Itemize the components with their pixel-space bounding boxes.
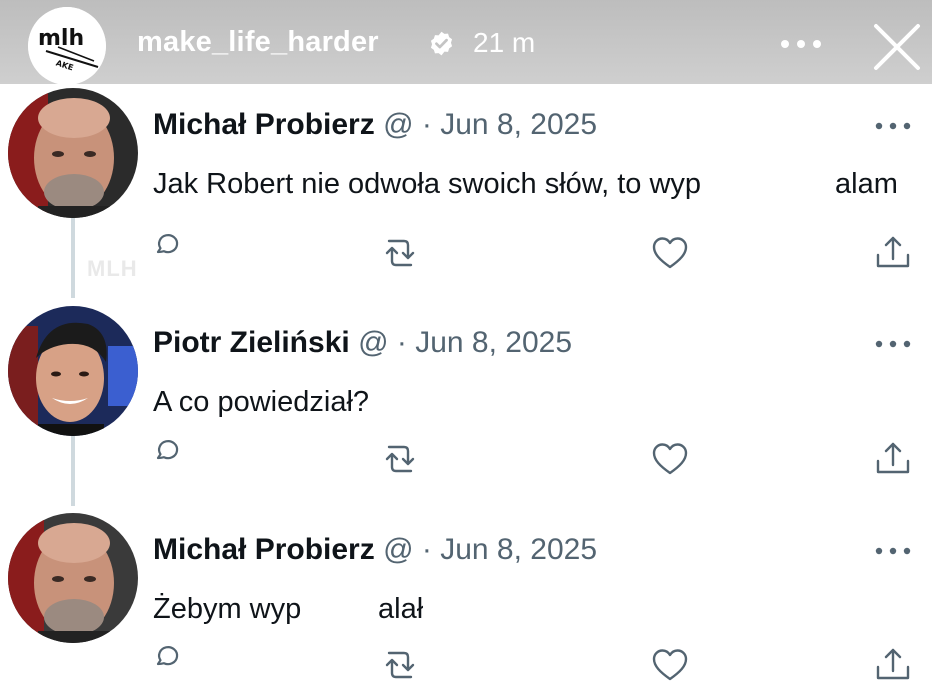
more-horizontal-icon[interactable]	[778, 34, 824, 54]
tweet-header: Piotr Zieliński @ · Jun 8, 2025	[153, 326, 572, 360]
avatar[interactable]	[8, 88, 138, 218]
retweet-icon[interactable]	[380, 439, 420, 479]
svg-text:mlh: mlh	[38, 26, 84, 51]
retweet-icon[interactable]	[380, 645, 420, 685]
separator-dot: ·	[396, 326, 407, 359]
tweet-date[interactable]: Jun 8, 2025	[440, 533, 597, 566]
reply-icon[interactable]	[153, 233, 193, 273]
tweet-date[interactable]: Jun 8, 2025	[415, 326, 572, 359]
heart-icon[interactable]	[650, 233, 690, 273]
tweet-text-continuation: alam	[835, 168, 898, 200]
tweet-text: Żebym wyp	[153, 593, 302, 625]
story-header: mlh AKE make_life_harder 21 m	[0, 0, 932, 85]
story-username[interactable]: make_life_harder	[137, 26, 379, 59]
story-timestamp: 21 m	[473, 27, 536, 58]
share-icon[interactable]	[873, 645, 913, 685]
mlh-logo-icon: mlh AKE	[28, 7, 106, 85]
tweet-text: A co powiedział?	[153, 386, 370, 418]
avatar[interactable]	[8, 513, 138, 643]
reply-icon[interactable]	[153, 439, 193, 479]
reply-icon[interactable]	[153, 645, 193, 685]
verified-badge-icon	[430, 31, 453, 56]
avatar[interactable]	[8, 306, 138, 436]
author-handle[interactable]: @	[383, 533, 413, 566]
tweet-header: Michał Probierz @ · Jun 8, 2025	[153, 533, 597, 567]
profile-photo	[8, 88, 138, 218]
profile-photo	[8, 306, 138, 436]
tweet-text: Jak Robert nie odwoła swoich słów, to wy…	[153, 168, 702, 200]
heart-icon[interactable]	[650, 439, 690, 479]
author-name[interactable]: Michał Probierz	[153, 108, 375, 141]
separator-dot: ·	[421, 533, 432, 566]
more-horizontal-icon[interactable]	[874, 121, 912, 131]
instagram-story-view: mlh AKE make_life_harder 21 m MLH Michał…	[0, 0, 932, 696]
story-account-avatar[interactable]: mlh AKE	[28, 7, 106, 85]
retweet-icon[interactable]	[380, 233, 420, 273]
author-handle[interactable]: @	[383, 108, 413, 141]
author-name[interactable]: Michał Probierz	[153, 533, 375, 566]
share-icon[interactable]	[873, 439, 913, 479]
author-name[interactable]: Piotr Zieliński	[153, 326, 350, 359]
author-handle[interactable]: @	[358, 326, 388, 359]
tweet[interactable]: Michał Probierz @ · Jun 8, 2025 Jak Robe…	[0, 88, 932, 288]
tweet-text-continuation: alał	[378, 593, 424, 625]
tweet[interactable]: Piotr Zieliński @ · Jun 8, 2025 A co pow…	[0, 306, 932, 506]
share-icon[interactable]	[873, 233, 913, 273]
more-horizontal-icon[interactable]	[874, 546, 912, 556]
close-icon[interactable]	[870, 20, 924, 74]
tweet[interactable]: Michał Probierz @ · Jun 8, 2025 Żebym wy…	[0, 513, 932, 696]
tweet-header: Michał Probierz @ · Jun 8, 2025	[153, 108, 597, 142]
profile-photo	[8, 513, 138, 643]
heart-icon[interactable]	[650, 645, 690, 685]
more-horizontal-icon[interactable]	[874, 339, 912, 349]
separator-dot: ·	[421, 108, 432, 141]
tweet-date[interactable]: Jun 8, 2025	[440, 108, 597, 141]
